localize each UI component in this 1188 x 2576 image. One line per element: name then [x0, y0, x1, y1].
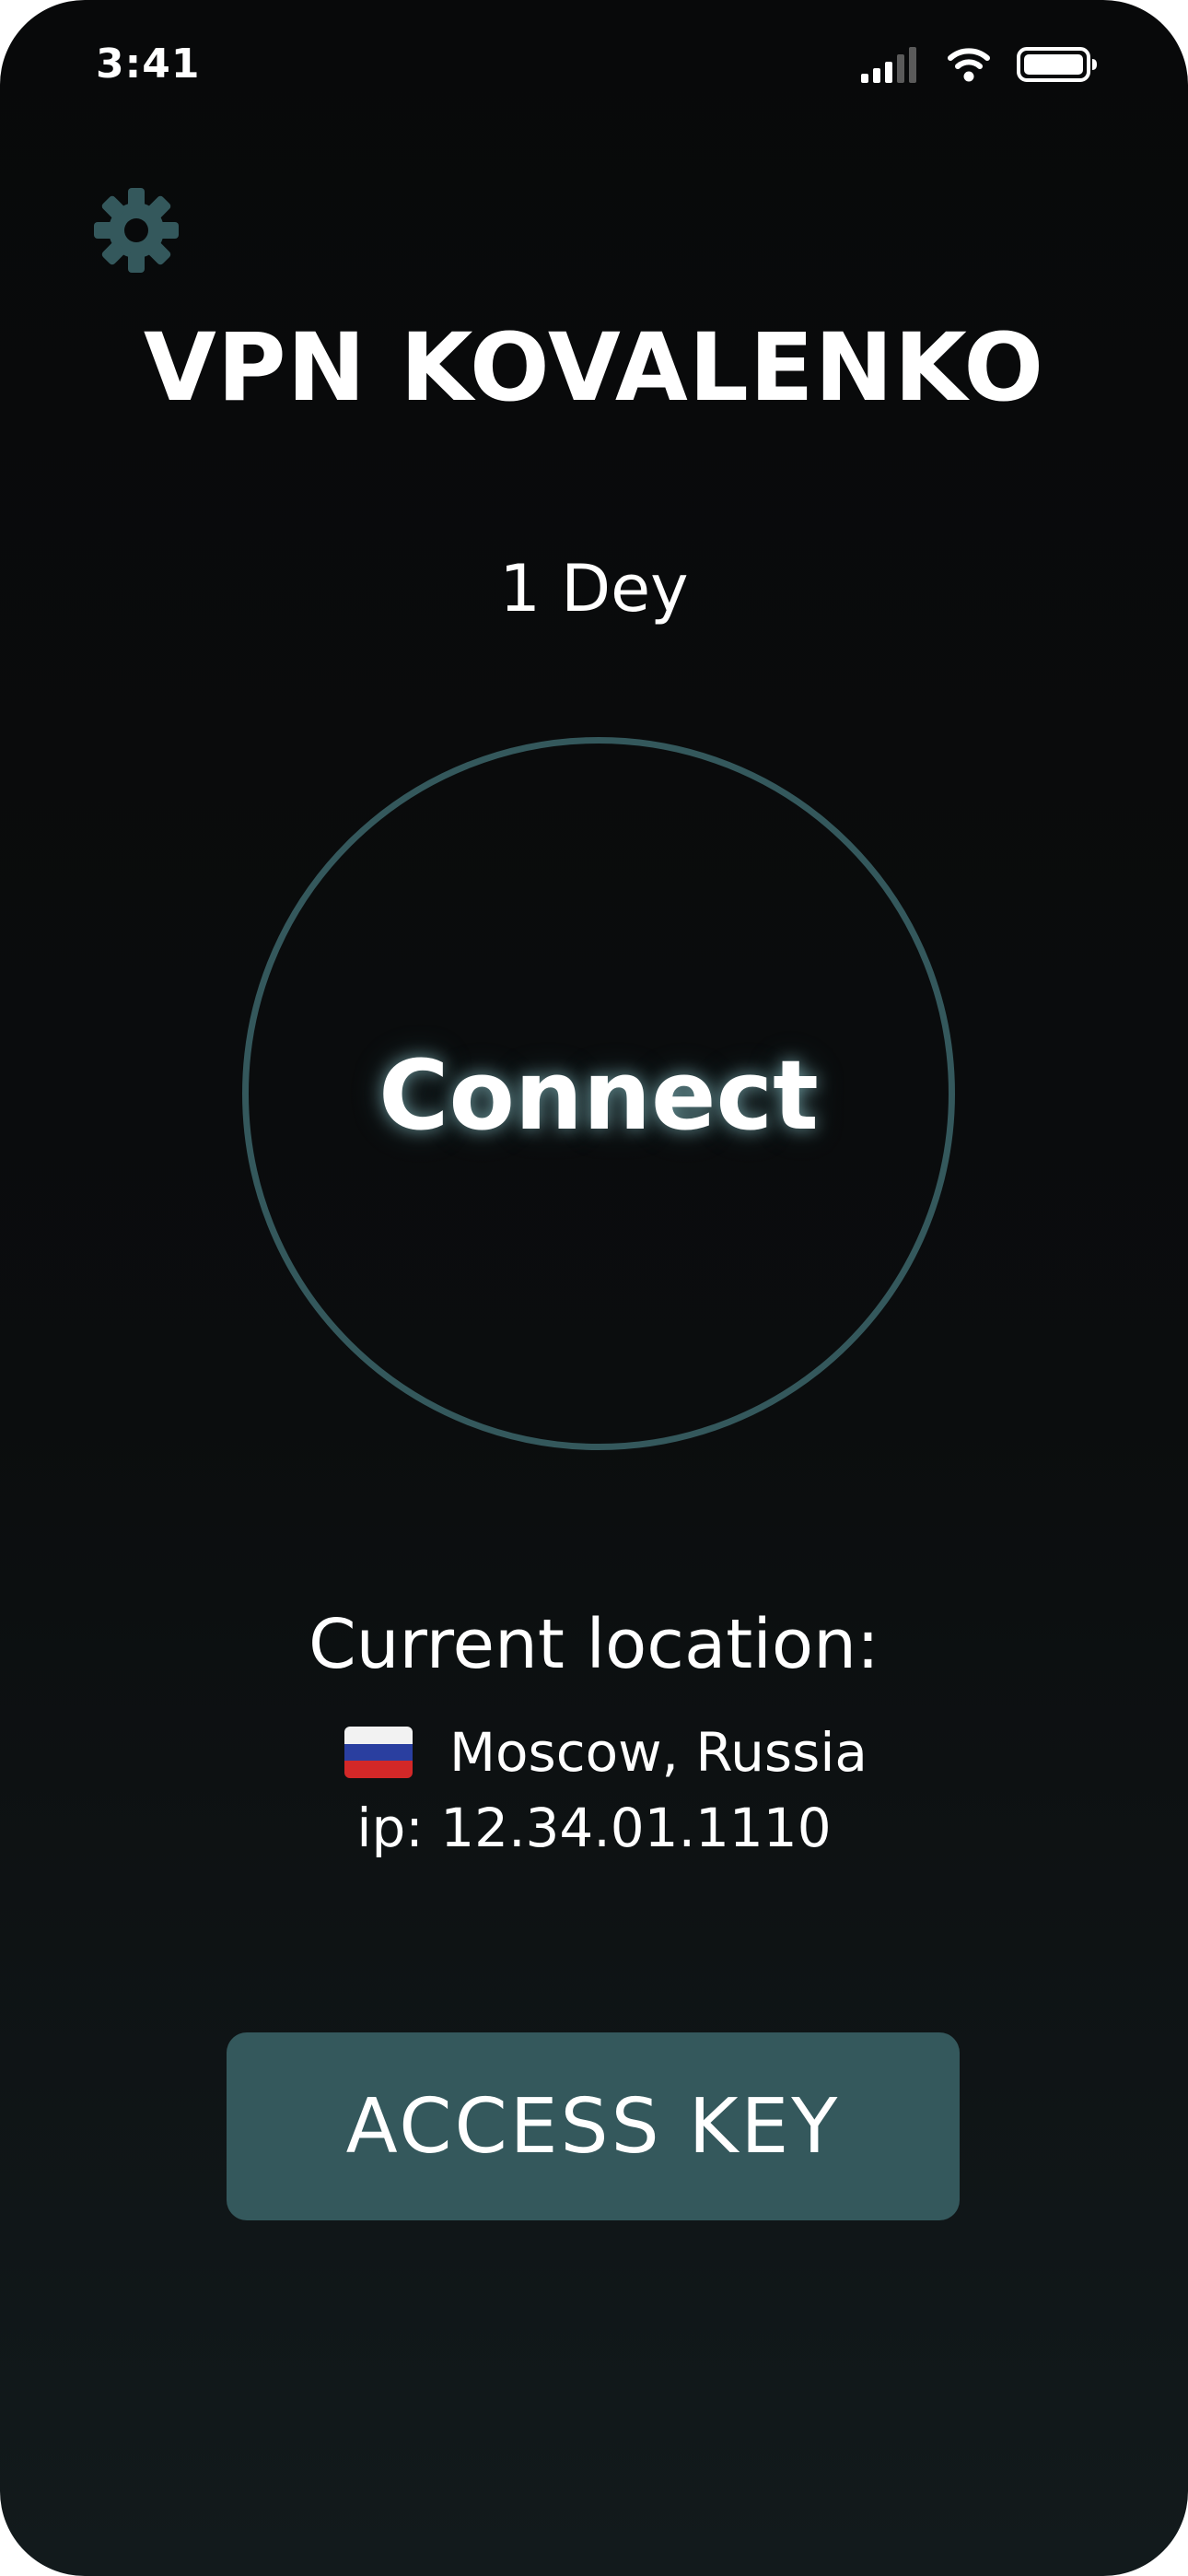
location-city: Moscow, Russia	[449, 1721, 868, 1784]
connect-label: Connect	[379, 1039, 819, 1152]
subscription-days-left: 1 Dey	[499, 551, 689, 626]
settings-button[interactable]	[92, 186, 181, 275]
wifi-icon	[948, 48, 990, 82]
vpn-app-screen: 3:41 VPN KOVALENKO 1 Dey Connect Current…	[0, 0, 1188, 2576]
battery-icon	[1017, 47, 1097, 82]
status-time: 3:41	[96, 41, 201, 88]
app-title: VPN KOVALENKO	[143, 313, 1045, 423]
russia-flag-icon	[344, 1727, 413, 1778]
access-key-label: ACCESS KEY	[345, 2082, 841, 2171]
gear-icon	[94, 188, 179, 273]
location-row: Moscow, Russia	[344, 1721, 868, 1784]
location-heading: Current location:	[308, 1605, 879, 1684]
connect-button[interactable]: Connect	[242, 737, 955, 1450]
cellular-signal-icon	[861, 47, 916, 83]
access-key-button[interactable]: ACCESS KEY	[227, 2032, 960, 2220]
ip-address: ip: 12.34.01.1110	[356, 1797, 832, 1859]
